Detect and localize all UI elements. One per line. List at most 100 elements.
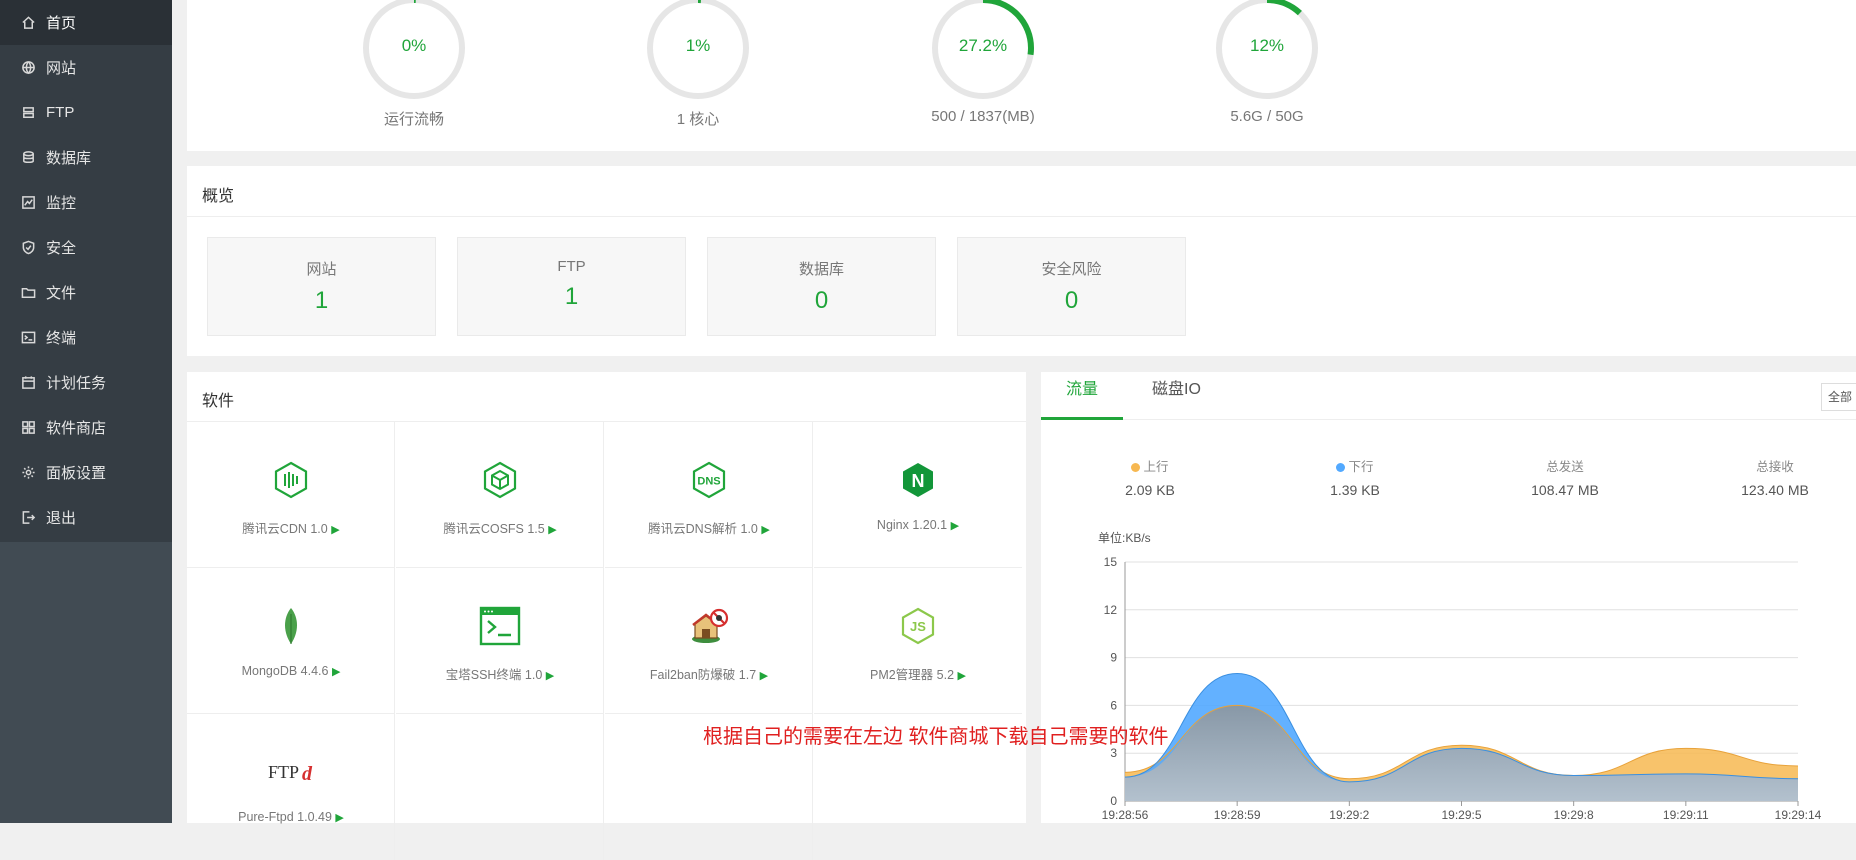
sidebar-item-label: 网站 (46, 60, 77, 77)
x-tick-label: 19:28:56 (1102, 808, 1149, 822)
overview-card-ftp[interactable]: FTP 1 (457, 237, 686, 336)
software-item-fail2ban[interactable]: Fail2ban防爆破 1.7 ▶ (605, 568, 813, 714)
memory-gauge[interactable]: 27.2% 500 / 1837(MB) (883, 0, 1083, 125)
sidebar-item-ftp[interactable]: FTP (0, 90, 172, 135)
x-tick-label: 19:29:8 (1554, 808, 1594, 822)
tencent-cdn-icon (274, 461, 308, 499)
sidebar-item-security[interactable]: 安全 (0, 225, 172, 270)
apps-icon (20, 420, 36, 436)
load-gauge[interactable]: 0% 运行流畅 (314, 0, 514, 128)
play-icon: ▶ (335, 812, 344, 824)
software-item-label: 腾讯云COSFS 1.5 (443, 522, 545, 536)
folder-icon (20, 285, 36, 301)
stat-value: 1.39 KB (1330, 482, 1380, 498)
cpu-gauge[interactable]: 1% 1 核心 (598, 0, 798, 128)
disk-gauge-value: 12% (1249, 36, 1285, 55)
ftpd-icon: FTP d (268, 762, 313, 785)
overview-card-value: 1 (564, 283, 579, 310)
overview-card-website[interactable]: 网站 1 (207, 237, 436, 336)
home-icon (20, 15, 36, 31)
ftp-icon (20, 105, 36, 121)
overview-card-security-risk[interactable]: 安全风险 0 (957, 237, 1186, 336)
software-item-ssh-terminal[interactable]: 宝塔SSH终端 1.0 ▶ (396, 568, 604, 714)
overview-card-label: 安全风险 (1041, 261, 1102, 278)
sidebar-item-home[interactable]: 首页 (0, 0, 172, 45)
terminal-icon (20, 330, 36, 346)
x-tick-label: 19:29:2 (1329, 808, 1369, 822)
load-gauge-value: 0% (401, 36, 427, 55)
sidebar-item-files[interactable]: 文件 (0, 270, 172, 315)
overview-card-label: 数据库 (798, 261, 844, 278)
software-item-tencent-cosfs[interactable]: 腾讯云COSFS 1.5 ▶ (396, 422, 604, 568)
sidebar-empty-area (0, 542, 172, 823)
y-tick-label: 12 (1104, 603, 1118, 617)
y-tick-label: 6 (1110, 698, 1117, 712)
divider (187, 216, 1856, 217)
overview-card-value: 0 (814, 287, 829, 314)
status-panel: 0% 运行流畅 1% 1 核心 27.2% 500 / 1837(MB) 12%… (187, 0, 1856, 151)
stat-label: 上行 (1143, 460, 1169, 474)
load-gauge-label: 运行流畅 (383, 111, 444, 128)
software-item-label: Nginx 1.20.1 (876, 518, 948, 532)
stat-value: 123.40 MB (1741, 482, 1809, 498)
sidebar-item-logout[interactable]: 退出 (0, 495, 172, 540)
stat-label: 总接收 (1756, 460, 1794, 474)
cpu-gauge-label: 1 核心 (676, 111, 720, 128)
nodejs-icon: JS (901, 607, 935, 645)
mongodb-leaf-icon (285, 608, 297, 644)
shield-icon (20, 240, 36, 256)
divider (1041, 419, 1856, 420)
tab-disk-io[interactable]: 磁盘IO (1152, 375, 1201, 399)
software-item-pm2[interactable]: JS PM2管理器 5.2 ▶ (814, 568, 1022, 714)
y-tick-label: 9 (1110, 651, 1117, 665)
tencent-dns-icon: DNS (692, 461, 726, 499)
range-select[interactable]: 全部 (1821, 383, 1856, 411)
overview-card-value: 0 (1064, 287, 1079, 314)
tab-traffic[interactable]: 流量 (1066, 375, 1098, 399)
sidebar-item-label: 监控 (46, 195, 77, 212)
sidebar-item-label: 软件商店 (46, 420, 107, 437)
x-tick-label: 19:28:59 (1214, 808, 1261, 822)
software-item-pure-ftpd[interactable]: FTP d Pure-Ftpd 1.0.49 ▶ (187, 714, 395, 860)
ftpd-icon-accent: d (302, 763, 313, 785)
sidebar-item-label: 终端 (46, 330, 77, 347)
sidebar-item-cron[interactable]: 计划任务 (0, 360, 172, 405)
software-item-label: 腾讯云DNS解析 1.0 (648, 522, 758, 536)
y-axis-unit-label: 单位:KB/s (1098, 530, 1151, 545)
play-icon: ▶ (759, 670, 769, 682)
sidebar-item-label: 数据库 (46, 150, 92, 167)
disk-gauge[interactable]: 12% 5.6G / 50G (1167, 0, 1367, 125)
software-item-label: 腾讯云CDN 1.0 (242, 522, 328, 536)
sidebar-item-database[interactable]: 数据库 (0, 135, 172, 180)
sidebar-item-label: 文件 (46, 285, 77, 302)
play-icon: ▶ (761, 524, 770, 536)
software-item-tencent-cdn[interactable]: 腾讯云CDN 1.0 ▶ (187, 422, 395, 568)
sidebar-item-label: 面板设置 (46, 465, 107, 482)
stat-value: 2.09 KB (1125, 482, 1175, 498)
software-item-mongodb[interactable]: MongoDB 4.4.6 ▶ (187, 568, 395, 714)
gear-icon (20, 465, 36, 481)
sidebar-item-website[interactable]: 网站 (0, 45, 172, 90)
fail2ban-icon (692, 608, 729, 643)
sidebar-item-monitor[interactable]: 监控 (0, 180, 172, 225)
play-icon: ▶ (331, 524, 340, 536)
calendar-icon (20, 375, 36, 391)
sidebar-item-terminal[interactable]: 终端 (0, 315, 172, 360)
software-item-tencent-dns[interactable]: DNS 腾讯云DNS解析 1.0 ▶ (605, 422, 813, 568)
play-icon: ▶ (957, 670, 966, 682)
sidebar-item-settings[interactable]: 面板设置 (0, 450, 172, 495)
play-icon: ▶ (548, 524, 557, 536)
memory-gauge-label: 500 / 1837(MB) (931, 108, 1035, 125)
software-item-nginx[interactable]: N Nginx 1.20.1 ▶ (814, 422, 1022, 568)
sidebar-item-app-store[interactable]: 软件商店 (0, 405, 172, 450)
stat-download: 下行 1.39 KB (1275, 456, 1435, 498)
software-item-label: 宝塔SSH终端 1.0 (445, 668, 543, 682)
download-legend-dot (1336, 463, 1346, 472)
stat-total-sent: 总发送 108.47 MB (1485, 456, 1645, 498)
tencent-cosfs-icon (483, 461, 517, 499)
memory-gauge-value: 27.2% (958, 36, 1008, 55)
globe-icon (20, 60, 36, 76)
overview-card-database[interactable]: 数据库 0 (707, 237, 936, 336)
nginx-icon-text: N (912, 471, 925, 491)
traffic-chart: 单位:KB/s0369121519:28:56 19:28:59 19:29:2 19… (1098, 530, 1822, 822)
